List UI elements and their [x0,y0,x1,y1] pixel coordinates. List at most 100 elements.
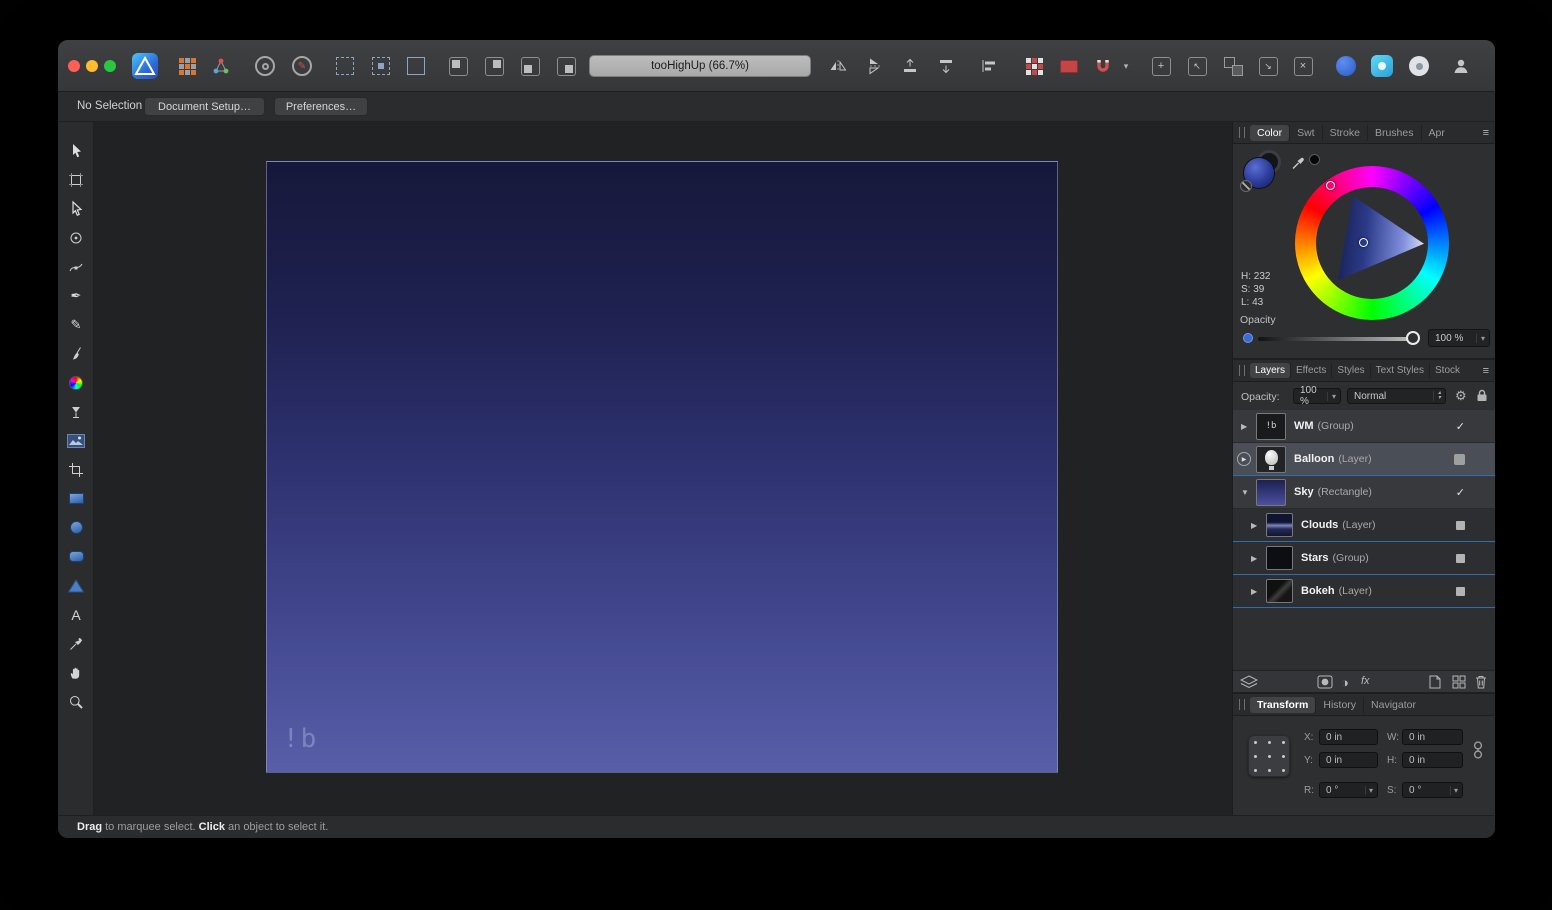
layer-row-sky[interactable]: ▼ Sky (Rectangle) ✓ [1233,476,1495,509]
round-badge-icon[interactable] [254,55,276,77]
node-pen-tool[interactable] [58,252,94,281]
square-plus-icon[interactable]: + [1150,55,1172,77]
tab-layers[interactable]: Layers [1250,363,1290,378]
show-grid-icon[interactable] [1023,55,1045,77]
layer-thumbnail[interactable] [1256,479,1286,506]
snapping-options-chevron[interactable]: ▾ [1120,55,1132,77]
preferences-button[interactable]: Preferences… [274,97,368,116]
color-picker-tool[interactable] [58,629,94,658]
snap-bounds-icon[interactable] [405,55,427,77]
layer-thumbnail[interactable] [1266,546,1293,570]
brush-tool[interactable] [58,339,94,368]
panel-menu-icon[interactable]: ≡ [1483,127,1489,139]
h-input[interactable]: 0 in [1402,752,1463,768]
snap-grid-icon[interactable] [334,55,356,77]
document-canvas[interactable]: !b [266,161,1058,773]
square-arrow-up-left-icon[interactable]: ↖ [1186,55,1208,77]
snap-candidates-icon[interactable] [370,55,392,77]
panel-drag-handle[interactable] [1239,699,1245,710]
tab-appearance[interactable]: Apr [1421,125,1452,141]
pencil-tool[interactable]: ✎ [58,310,94,339]
visibility-checkbox[interactable]: ✓ [1456,420,1465,433]
light-circle-badge[interactable] [1408,55,1430,77]
layer-row-balloon[interactable]: ▶ Balloon (Layer) [1233,443,1495,476]
grid-icon[interactable] [1452,675,1466,689]
y-input[interactable]: 0 in [1319,752,1378,768]
layer-thumbnail[interactable] [1256,446,1286,473]
square-cross-icon[interactable]: × [1292,55,1314,77]
tab-text-styles[interactable]: Text Styles [1370,363,1429,378]
layer-row-stars[interactable]: ▶ Stars (Group) [1233,542,1495,575]
snapping-magnet-icon[interactable] [1092,55,1114,77]
replace-selection-icon[interactable] [555,55,577,77]
panel-drag-handle[interactable] [1239,127,1245,138]
tab-stroke[interactable]: Stroke [1322,125,1367,141]
visibility-checkbox[interactable] [1456,554,1465,563]
document-title-pill[interactable]: tooHighUp (66.7%) [589,55,811,77]
expand-arrow-icon[interactable]: ▶ [1251,554,1261,563]
square-arrow-down-right-icon[interactable]: ↘ [1257,55,1279,77]
no-color-chip[interactable] [1240,180,1252,192]
blue-circle-badge[interactable] [1335,55,1357,77]
document-setup-button[interactable]: Document Setup… [144,97,265,116]
cyan-app-badge[interactable] [1371,55,1393,77]
secondary-color-dot[interactable] [1309,154,1320,165]
layers-stack-icon[interactable] [1240,675,1258,689]
visibility-checkbox[interactable] [1456,587,1465,596]
insert-on-top-icon[interactable] [483,55,505,77]
visibility-checkbox[interactable] [1456,521,1465,530]
insert-inside-icon[interactable] [519,55,541,77]
layer-row-bokeh[interactable]: ▶ Bokeh (Layer) [1233,575,1495,608]
opacity-value-dropdown[interactable]: 100 % ▾ [1428,329,1490,347]
user-account-icon[interactable] [1450,55,1472,77]
anchor-point-selector[interactable] [1248,735,1290,777]
tab-transform[interactable]: Transform [1250,697,1315,713]
layer-thumbnail[interactable] [1266,513,1293,537]
trash-icon[interactable] [1475,675,1487,689]
affinity-designer-app-icon[interactable] [132,53,158,79]
margins-icon[interactable] [1058,55,1080,77]
tab-color[interactable]: Color [1250,125,1289,141]
blend-options-gear-icon[interactable]: ⚙ [1455,388,1467,404]
move-to-back-icon[interactable] [935,55,957,77]
s-input[interactable]: 0 °▾ [1402,782,1463,798]
fx-icon[interactable]: fx [1361,675,1370,687]
link-dimensions-icon[interactable] [1473,740,1483,765]
insert-behind-icon[interactable] [447,55,469,77]
close-window-button[interactable] [68,60,80,72]
triangle-tool[interactable] [58,571,94,600]
panel-menu-icon[interactable]: ≡ [1483,365,1489,377]
mask-icon[interactable] [1317,675,1333,689]
ellipse-tool[interactable] [58,513,94,542]
pencil-badge-icon[interactable]: ✎ [291,55,313,77]
move-to-front-icon[interactable] [899,55,921,77]
layer-row-clouds[interactable]: ▶ Clouds (Layer) [1233,509,1495,542]
fill-tool[interactable] [58,397,94,426]
expand-arrow-icon[interactable]: ▶ [1251,587,1261,596]
collapse-arrow-icon[interactable]: ▼ [1241,488,1251,497]
lock-icon[interactable] [1476,389,1488,407]
blend-mode-dropdown[interactable]: Normal ▴▾ [1347,388,1446,404]
move-tool[interactable] [58,136,94,165]
layer-row-wm[interactable]: ▶ !b WM (Group) ✓ [1233,410,1495,443]
layer-thumbnail[interactable]: !b [1256,413,1286,440]
visibility-checkbox[interactable] [1454,454,1465,465]
opacity-slider-handle[interactable] [1406,331,1420,345]
adjustment-icon[interactable]: ◑ [1341,675,1349,690]
layer-thumbnail[interactable] [1266,579,1293,603]
new-page-icon[interactable] [1429,675,1441,689]
flip-vertical-icon[interactable] [863,55,885,77]
layers-opacity-dropdown[interactable]: 100 % ▾ [1293,388,1341,404]
saturation-lightness-marker[interactable] [1359,238,1368,247]
r-input[interactable]: 0 °▾ [1319,782,1378,798]
visibility-checkbox[interactable]: ✓ [1456,486,1465,499]
pixel-persona-icon[interactable] [176,55,198,77]
point-transform-tool[interactable] [58,223,94,252]
tab-history[interactable]: History [1315,697,1363,713]
rounded-rectangle-tool[interactable] [58,542,94,571]
opacity-slider-track[interactable] [1258,337,1412,341]
layer-edit-circle-icon[interactable]: ▶ [1237,452,1251,466]
hue-marker[interactable] [1326,181,1335,190]
expand-arrow-icon[interactable]: ▶ [1251,521,1261,530]
minimize-window-button[interactable] [86,60,98,72]
